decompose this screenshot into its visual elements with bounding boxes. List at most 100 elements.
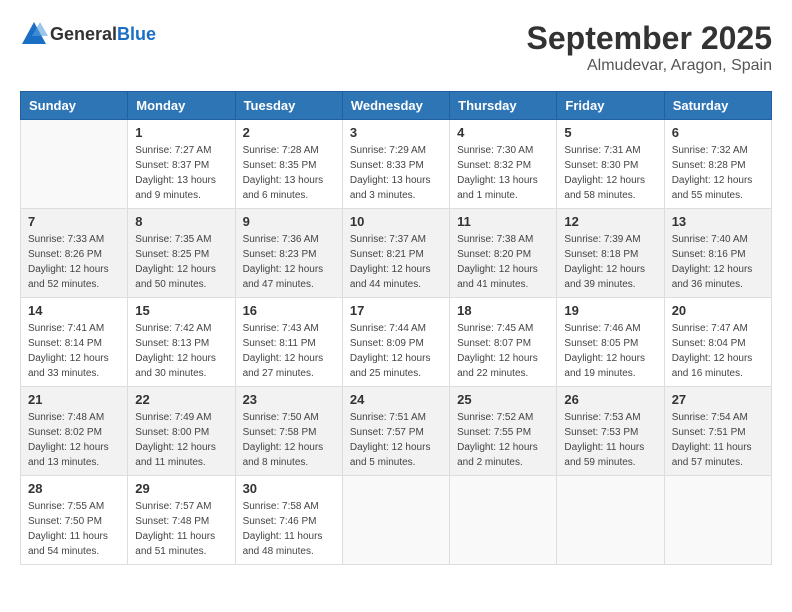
weekday-header-thursday: Thursday: [450, 92, 557, 120]
calendar-cell: 10 Sunrise: 7:37 AM Sunset: 8:21 PM Dayli…: [342, 209, 449, 298]
logo-text-blue: Blue: [117, 24, 156, 44]
day-info: Sunrise: 7:38 AM Sunset: 8:20 PM Dayligh…: [457, 232, 549, 292]
month-title: September 2025: [527, 20, 772, 57]
day-info: Sunrise: 7:42 AM Sunset: 8:13 PM Dayligh…: [135, 321, 227, 381]
calendar-cell: 13 Sunrise: 7:40 AM Sunset: 8:16 PM Dayli…: [664, 209, 771, 298]
day-number: 26: [564, 392, 656, 407]
weekday-header-sunday: Sunday: [21, 92, 128, 120]
day-number: 22: [135, 392, 227, 407]
weekday-header-wednesday: Wednesday: [342, 92, 449, 120]
calendar-cell: 21 Sunrise: 7:48 AM Sunset: 8:02 PM Dayli…: [21, 387, 128, 476]
day-info: Sunrise: 7:35 AM Sunset: 8:25 PM Dayligh…: [135, 232, 227, 292]
calendar-cell: 14 Sunrise: 7:41 AM Sunset: 8:14 PM Dayli…: [21, 298, 128, 387]
calendar-cell: [557, 476, 664, 565]
calendar-cell: 11 Sunrise: 7:38 AM Sunset: 8:20 PM Dayli…: [450, 209, 557, 298]
calendar-cell: 18Sunrise: 7:45 AM Sunset: 8:07 PM Dayli…: [450, 298, 557, 387]
day-number: 6: [672, 125, 764, 140]
day-info: Sunrise: 7:58 AM Sunset: 7:46 PM Dayligh…: [243, 499, 335, 559]
calendar-cell: 8 Sunrise: 7:35 AM Sunset: 8:25 PM Daylig…: [128, 209, 235, 298]
calendar-cell: [664, 476, 771, 565]
day-info: Sunrise: 7:57 AM Sunset: 7:48 PM Dayligh…: [135, 499, 227, 559]
calendar-cell: 28 Sunrise: 7:55 AM Sunset: 7:50 PM Dayli…: [21, 476, 128, 565]
calendar-cell: 7 Sunrise: 7:33 AM Sunset: 8:26 PM Daylig…: [21, 209, 128, 298]
day-number: 23: [243, 392, 335, 407]
calendar-cell: 27 Sunrise: 7:54 AM Sunset: 7:51 PM Dayli…: [664, 387, 771, 476]
calendar-week-row: 14 Sunrise: 7:41 AM Sunset: 8:14 PM Dayli…: [21, 298, 772, 387]
day-number: 14: [28, 303, 120, 318]
calendar-cell: 22 Sunrise: 7:49 AM Sunset: 8:00 PM Dayli…: [128, 387, 235, 476]
day-number: 8: [135, 214, 227, 229]
day-number: 2: [243, 125, 335, 140]
calendar-cell: 5 Sunrise: 7:31 AM Sunset: 8:30 PM Daylig…: [557, 120, 664, 209]
calendar-cell: 9 Sunrise: 7:36 AM Sunset: 8:23 PM Daylig…: [235, 209, 342, 298]
calendar-cell: 15Sunrise: 7:42 AM Sunset: 8:13 PM Dayli…: [128, 298, 235, 387]
day-info: Sunrise: 7:39 AM Sunset: 8:18 PM Dayligh…: [564, 232, 656, 292]
day-info: Sunrise: 7:48 AM Sunset: 8:02 PM Dayligh…: [28, 410, 120, 470]
day-number: 13: [672, 214, 764, 229]
day-number: 16: [243, 303, 335, 318]
logo-text-general: General: [50, 24, 117, 44]
day-number: 7: [28, 214, 120, 229]
day-info: Sunrise: 7:47 AM Sunset: 8:04 PM Dayligh…: [672, 321, 764, 381]
calendar-cell: 2 Sunrise: 7:28 AM Sunset: 8:35 PM Daylig…: [235, 120, 342, 209]
day-info: Sunrise: 7:28 AM Sunset: 8:35 PM Dayligh…: [243, 143, 335, 203]
day-info: Sunrise: 7:40 AM Sunset: 8:16 PM Dayligh…: [672, 232, 764, 292]
day-info: Sunrise: 7:37 AM Sunset: 8:21 PM Dayligh…: [350, 232, 442, 292]
day-info: Sunrise: 7:46 AM Sunset: 8:05 PM Dayligh…: [564, 321, 656, 381]
day-info: Sunrise: 7:55 AM Sunset: 7:50 PM Dayligh…: [28, 499, 120, 559]
day-info: Sunrise: 7:50 AM Sunset: 7:58 PM Dayligh…: [243, 410, 335, 470]
calendar-cell: 4 Sunrise: 7:30 AM Sunset: 8:32 PM Daylig…: [450, 120, 557, 209]
day-number: 25: [457, 392, 549, 407]
day-number: 29: [135, 481, 227, 496]
calendar-cell: 16Sunrise: 7:43 AM Sunset: 8:11 PM Dayli…: [235, 298, 342, 387]
day-info: Sunrise: 7:54 AM Sunset: 7:51 PM Dayligh…: [672, 410, 764, 470]
day-number: 1: [135, 125, 227, 140]
day-info: Sunrise: 7:31 AM Sunset: 8:30 PM Dayligh…: [564, 143, 656, 203]
day-info: Sunrise: 7:30 AM Sunset: 8:32 PM Dayligh…: [457, 143, 549, 203]
day-info: Sunrise: 7:29 AM Sunset: 8:33 PM Dayligh…: [350, 143, 442, 203]
calendar-cell: [450, 476, 557, 565]
day-number: 12: [564, 214, 656, 229]
calendar-cell: 24 Sunrise: 7:51 AM Sunset: 7:57 PM Dayli…: [342, 387, 449, 476]
day-number: 11: [457, 214, 549, 229]
calendar-cell: [21, 120, 128, 209]
day-number: 9: [243, 214, 335, 229]
day-number: 10: [350, 214, 442, 229]
calendar-cell: 26 Sunrise: 7:53 AM Sunset: 7:53 PM Dayli…: [557, 387, 664, 476]
calendar-week-row: 7 Sunrise: 7:33 AM Sunset: 8:26 PM Daylig…: [21, 209, 772, 298]
day-number: 4: [457, 125, 549, 140]
day-number: 3: [350, 125, 442, 140]
calendar-table: SundayMondayTuesdayWednesdayThursdayFrid…: [20, 91, 772, 565]
day-info: Sunrise: 7:53 AM Sunset: 7:53 PM Dayligh…: [564, 410, 656, 470]
day-info: Sunrise: 7:51 AM Sunset: 7:57 PM Dayligh…: [350, 410, 442, 470]
day-info: Sunrise: 7:33 AM Sunset: 8:26 PM Dayligh…: [28, 232, 120, 292]
title-block: September 2025 Almudevar, Aragon, Spain: [527, 20, 772, 75]
day-number: 5: [564, 125, 656, 140]
day-number: 27: [672, 392, 764, 407]
day-number: 21: [28, 392, 120, 407]
calendar-cell: 19 Sunrise: 7:46 AM Sunset: 8:05 PM Dayli…: [557, 298, 664, 387]
day-info: Sunrise: 7:27 AM Sunset: 8:37 PM Dayligh…: [135, 143, 227, 203]
calendar-cell: [342, 476, 449, 565]
day-info: Sunrise: 7:52 AM Sunset: 7:55 PM Dayligh…: [457, 410, 549, 470]
page-header: GeneralBlue September 2025 Almudevar, Ar…: [20, 20, 772, 75]
calendar-cell: 29 Sunrise: 7:57 AM Sunset: 7:48 PM Dayli…: [128, 476, 235, 565]
day-info: Sunrise: 7:41 AM Sunset: 8:14 PM Dayligh…: [28, 321, 120, 381]
location-title: Almudevar, Aragon, Spain: [527, 57, 772, 75]
weekday-header-row: SundayMondayTuesdayWednesdayThursdayFrid…: [21, 92, 772, 120]
calendar-cell: 30 Sunrise: 7:58 AM Sunset: 7:46 PM Dayli…: [235, 476, 342, 565]
calendar-cell: 23 Sunrise: 7:50 AM Sunset: 7:58 PM Dayli…: [235, 387, 342, 476]
day-info: Sunrise: 7:45 AM Sunset: 8:07 PM Dayligh…: [457, 321, 549, 381]
day-number: 24: [350, 392, 442, 407]
day-number: 19: [564, 303, 656, 318]
calendar-week-row: 28 Sunrise: 7:55 AM Sunset: 7:50 PM Dayli…: [21, 476, 772, 565]
day-number: 28: [28, 481, 120, 496]
day-number: 30: [243, 481, 335, 496]
logo-icon: [20, 20, 48, 48]
weekday-header-saturday: Saturday: [664, 92, 771, 120]
day-info: Sunrise: 7:32 AM Sunset: 8:28 PM Dayligh…: [672, 143, 764, 203]
weekday-header-friday: Friday: [557, 92, 664, 120]
day-info: Sunrise: 7:49 AM Sunset: 8:00 PM Dayligh…: [135, 410, 227, 470]
calendar-cell: 20Sunrise: 7:47 AM Sunset: 8:04 PM Dayli…: [664, 298, 771, 387]
day-info: Sunrise: 7:36 AM Sunset: 8:23 PM Dayligh…: [243, 232, 335, 292]
